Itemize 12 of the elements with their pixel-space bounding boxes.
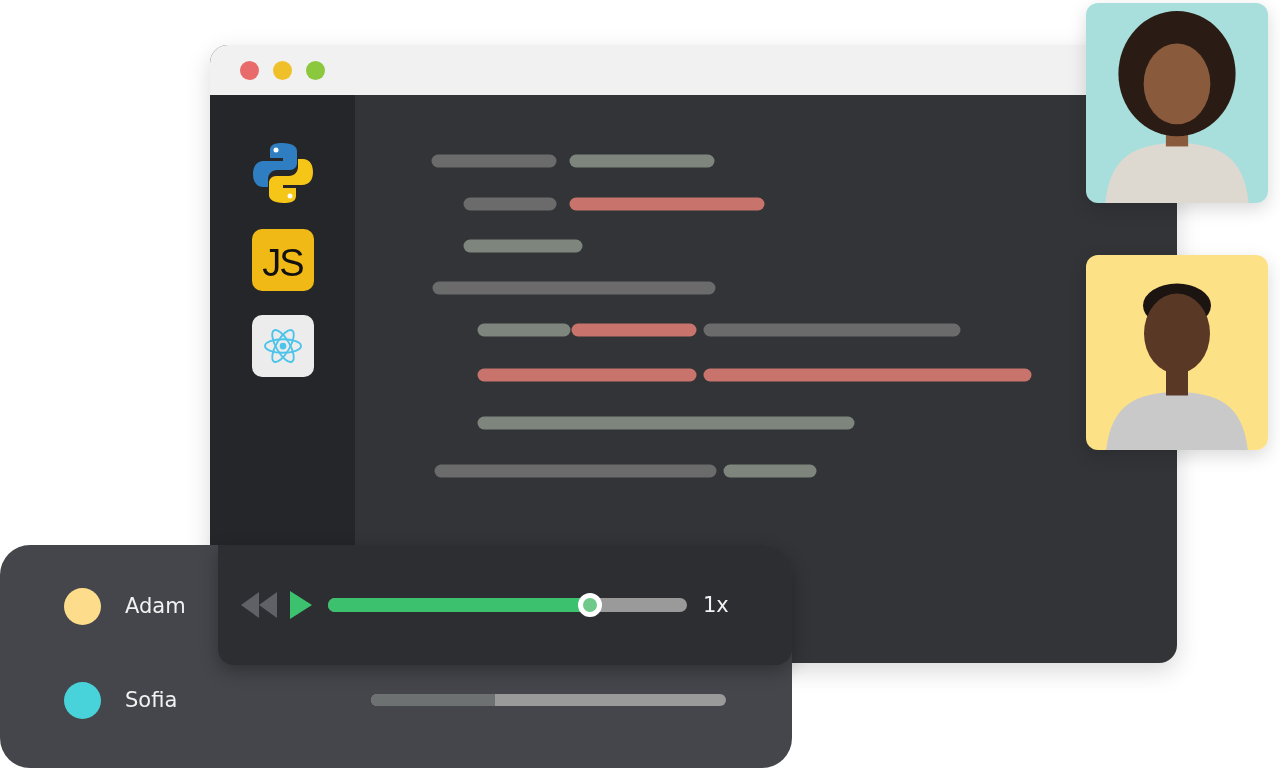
python-icon[interactable]: [250, 141, 315, 205]
play-icon[interactable]: [290, 591, 312, 619]
close-dot-icon[interactable]: [240, 60, 259, 80]
progress-slider[interactable]: [328, 593, 687, 617]
js-icon[interactable]: JS: [251, 229, 314, 291]
participant-name: Sofia: [125, 688, 179, 712]
participant-name: Adam: [125, 594, 187, 618]
atom-icon[interactable]: [251, 315, 314, 377]
minimize-dot-icon[interactable]: [273, 60, 292, 80]
playback-speed[interactable]: 1x: [703, 593, 729, 617]
slider-thumb[interactable]: [578, 593, 603, 617]
maximize-dot-icon[interactable]: [306, 60, 325, 80]
